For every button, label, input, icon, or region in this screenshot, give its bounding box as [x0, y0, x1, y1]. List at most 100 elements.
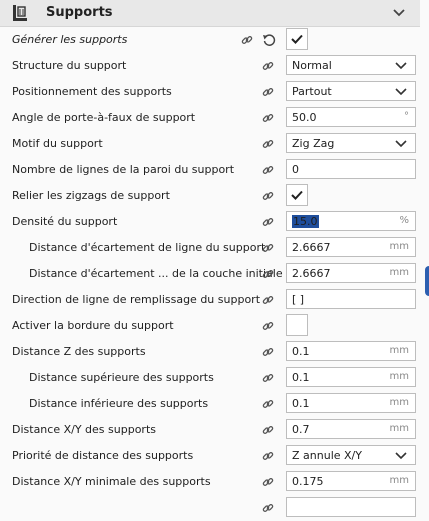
link-icon[interactable] — [262, 268, 274, 280]
checkmark-icon — [291, 190, 303, 200]
setting-value: Z annule X/Y — [292, 449, 362, 462]
link-icon[interactable] — [262, 86, 274, 98]
setting-row — [0, 495, 420, 521]
setting-row: Priorité de distance des supports Z annul… — [0, 443, 420, 469]
setting-checkbox[interactable] — [286, 184, 308, 206]
unit-label: mm — [389, 345, 409, 356]
supports-section-header[interactable]: Supports — [0, 0, 420, 27]
setting-input[interactable]: 15.0% — [286, 211, 416, 231]
section-title: Supports — [46, 5, 113, 20]
setting-row: Activer la bordure du support — [0, 313, 420, 339]
setting-row: Distance d'écartement de ligne du suppor… — [0, 235, 420, 261]
unit-label: mm — [389, 397, 409, 408]
setting-value: 0.1 — [292, 345, 310, 358]
unit-label: mm — [389, 475, 409, 486]
setting-row: Distance inférieure des supports 0.1 mm — [0, 391, 420, 417]
setting-checkbox[interactable] — [286, 314, 308, 336]
setting-label: Structure du support — [12, 59, 127, 72]
link-icon[interactable] — [262, 112, 274, 124]
setting-row: Distance d'écartement ... de la couche i… — [0, 261, 420, 287]
setting-label: Positionnement des supports — [12, 85, 172, 98]
setting-label: Densité du support — [12, 215, 118, 228]
setting-input[interactable]: 0.7 mm — [286, 419, 416, 439]
setting-label: Direction de ligne de remplissage du sup… — [12, 293, 261, 306]
link-icon[interactable] — [262, 398, 274, 410]
setting-row: Densité du support 15.0% — [0, 209, 420, 235]
setting-input[interactable] — [286, 497, 416, 517]
setting-label: Distance inférieure des supports — [29, 397, 209, 410]
setting-input[interactable]: 0.175 mm — [286, 471, 416, 491]
link-icon[interactable] — [262, 190, 274, 202]
link-icon[interactable] — [262, 346, 274, 358]
setting-value: Zig Zag — [292, 137, 335, 150]
setting-input[interactable]: 0.1 mm — [286, 341, 416, 361]
setting-input[interactable]: 0.1 mm — [286, 367, 416, 387]
link-icon[interactable] — [262, 242, 274, 254]
setting-dropdown[interactable]: Z annule X/Y — [286, 445, 416, 465]
unit-label: mm — [389, 423, 409, 434]
setting-dropdown[interactable]: Partout — [286, 81, 416, 101]
setting-value: 2.6667 — [292, 267, 331, 280]
chevron-down-icon — [395, 62, 407, 70]
setting-input[interactable]: [ ] — [286, 289, 416, 309]
setting-value: 0 — [292, 163, 299, 176]
setting-label: Angle de porte-à-faux de support — [12, 111, 196, 124]
setting-value: 0.1 — [292, 371, 310, 384]
link-icon[interactable] — [262, 320, 274, 332]
setting-label: Activer la bordure du support — [12, 319, 174, 332]
setting-value: 15.0 — [292, 215, 319, 228]
link-icon[interactable] — [262, 164, 274, 176]
setting-row: Générer les supports — [0, 27, 420, 53]
unit-label: ° — [404, 111, 409, 122]
setting-input[interactable]: 0 — [286, 159, 416, 179]
setting-row: Distance Z des supports 0.1 mm — [0, 339, 420, 365]
setting-label: Distance X/Y des supports — [12, 423, 156, 436]
setting-label: Générer les supports — [12, 33, 128, 46]
setting-label: Distance Z des supports — [12, 345, 146, 358]
setting-value: 2.6667 — [292, 241, 331, 254]
setting-label: Distance X/Y minimale des supports — [12, 475, 211, 488]
setting-dropdown[interactable]: Zig Zag — [286, 133, 416, 153]
setting-row: Structure du support Normal — [0, 53, 420, 79]
setting-input[interactable]: 50.0 ° — [286, 107, 416, 127]
link-icon[interactable] — [262, 476, 274, 488]
setting-label: Nombre de lignes de la paroi du support — [12, 163, 235, 176]
setting-input[interactable]: 2.6667 mm — [286, 237, 416, 257]
setting-value: [ ] — [292, 293, 305, 306]
setting-dropdown[interactable]: Normal — [286, 55, 416, 75]
setting-label: Distance d'écartement de ligne du suppor… — [29, 241, 266, 254]
link-icon[interactable] — [262, 372, 274, 384]
setting-value: 0.7 — [292, 423, 310, 436]
chevron-down-icon[interactable] — [392, 7, 406, 19]
link-icon[interactable] — [241, 34, 253, 46]
reset-icon[interactable] — [262, 33, 276, 47]
link-icon[interactable] — [262, 294, 274, 306]
setting-checkbox[interactable] — [286, 28, 308, 50]
setting-row: Distance X/Y minimale des supports 0.175 m… — [0, 469, 420, 495]
setting-row: Angle de porte-à-faux de support 50.0 ° — [0, 105, 420, 131]
unit-label: % — [399, 215, 409, 226]
chevron-down-icon — [395, 88, 407, 96]
setting-value: Partout — [292, 85, 332, 98]
link-icon[interactable] — [262, 450, 274, 462]
link-icon[interactable] — [262, 60, 274, 72]
support-category-icon — [13, 5, 27, 21]
setting-value: 0.1 — [292, 397, 310, 410]
checkmark-icon — [291, 34, 303, 44]
unit-label: mm — [389, 241, 409, 252]
setting-value: 0.175 — [292, 475, 324, 488]
setting-input[interactable]: 0.1 mm — [286, 393, 416, 413]
side-panel-handle[interactable] — [425, 266, 429, 296]
unit-label: mm — [389, 371, 409, 382]
setting-value: Normal — [292, 59, 332, 72]
setting-value: 50.0 — [292, 111, 317, 124]
chevron-down-icon — [395, 452, 407, 460]
link-icon[interactable] — [262, 424, 274, 436]
link-icon[interactable] — [262, 138, 274, 150]
setting-row: Motif du support Zig Zag — [0, 131, 420, 157]
setting-input[interactable]: 2.6667 mm — [286, 263, 416, 283]
chevron-down-icon — [395, 140, 407, 148]
link-icon[interactable] — [262, 216, 274, 228]
setting-label: Motif du support — [12, 137, 103, 150]
setting-row: Positionnement des supports Partout — [0, 79, 420, 105]
